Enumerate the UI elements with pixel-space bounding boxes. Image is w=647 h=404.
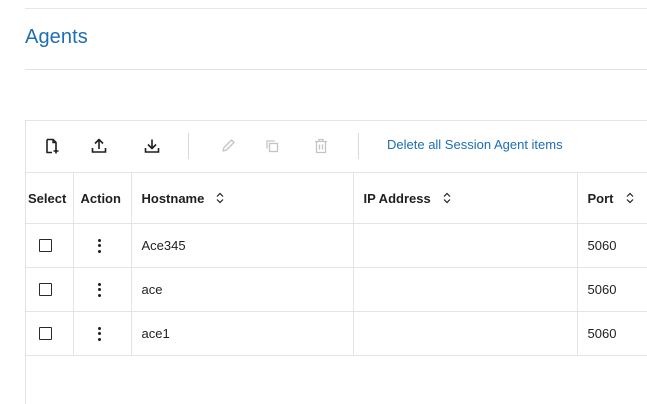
port-value: 5060 bbox=[587, 238, 617, 253]
column-header-action: Action bbox=[73, 173, 132, 224]
agents-page: Agents Delete all Session Agent items Se… bbox=[0, 0, 647, 404]
column-header-port[interactable]: Port bbox=[577, 173, 647, 224]
upload-button[interactable] bbox=[87, 134, 111, 158]
table-row[interactable]: ace 5060 bbox=[26, 267, 647, 312]
top-divider bbox=[25, 8, 647, 9]
toolbar-separator bbox=[358, 133, 359, 159]
port-cell: 5060 bbox=[577, 311, 647, 356]
column-header-label: IP Address bbox=[363, 190, 431, 206]
toolbar-separator bbox=[188, 133, 189, 159]
page-title: Agents bbox=[25, 26, 88, 48]
action-cell bbox=[73, 267, 132, 312]
ip-address-cell bbox=[353, 267, 578, 312]
hostname-value: ace1 bbox=[141, 326, 170, 341]
select-cell bbox=[26, 311, 74, 356]
more-actions-icon[interactable] bbox=[92, 324, 108, 344]
column-header-label: Port bbox=[587, 190, 614, 206]
copy-button[interactable] bbox=[260, 134, 284, 158]
column-header-label: Hostname bbox=[141, 190, 205, 206]
row-checkbox[interactable] bbox=[39, 327, 52, 340]
delete-all-link[interactable]: Delete all Session Agent items bbox=[387, 137, 563, 152]
edit-button[interactable] bbox=[216, 134, 240, 158]
row-checkbox[interactable] bbox=[39, 239, 52, 252]
port-value: 5060 bbox=[587, 282, 617, 297]
table-toolbar: Delete all Session Agent items bbox=[26, 121, 647, 173]
action-cell bbox=[73, 223, 132, 268]
port-cell: 5060 bbox=[577, 223, 647, 268]
hostname-value: Ace345 bbox=[141, 238, 186, 253]
agents-table: Select Action Hostname IP Address Port A… bbox=[26, 173, 647, 356]
table-header-row: Select Action Hostname IP Address Port bbox=[26, 173, 647, 224]
upload-icon bbox=[90, 137, 108, 155]
hostname-cell: ace1 bbox=[131, 311, 354, 356]
row-checkbox[interactable] bbox=[39, 283, 52, 296]
column-header-hostname[interactable]: Hostname bbox=[131, 173, 354, 224]
add-button[interactable] bbox=[40, 134, 64, 158]
download-button[interactable] bbox=[140, 134, 164, 158]
port-value: 5060 bbox=[587, 326, 617, 341]
sort-icon[interactable] bbox=[216, 192, 224, 204]
port-cell: 5060 bbox=[577, 267, 647, 312]
copy-icon bbox=[263, 137, 281, 155]
hostname-cell: ace bbox=[131, 267, 354, 312]
hostname-value: ace bbox=[141, 282, 163, 297]
table-row[interactable]: ace1 5060 bbox=[26, 311, 647, 356]
agents-table-panel: Delete all Session Agent items Select Ac… bbox=[25, 120, 647, 404]
column-header-ip-address[interactable]: IP Address bbox=[353, 173, 578, 224]
delete-icon bbox=[312, 137, 330, 155]
sort-icon[interactable] bbox=[443, 192, 451, 204]
column-header-select: Select bbox=[26, 173, 74, 224]
more-actions-icon[interactable] bbox=[92, 280, 108, 300]
select-cell bbox=[26, 267, 74, 312]
table-row[interactable]: Ace345 5060 bbox=[26, 223, 647, 268]
column-header-label: Action bbox=[80, 190, 121, 206]
ip-address-cell bbox=[353, 223, 578, 268]
more-actions-icon[interactable] bbox=[92, 236, 108, 256]
column-header-label: Select bbox=[28, 190, 67, 206]
new-file-icon bbox=[43, 137, 61, 155]
select-cell bbox=[26, 223, 74, 268]
hostname-cell: Ace345 bbox=[131, 223, 354, 268]
title-divider bbox=[25, 69, 647, 70]
action-cell bbox=[73, 311, 132, 356]
edit-icon bbox=[219, 137, 237, 155]
download-icon bbox=[143, 137, 161, 155]
ip-address-cell bbox=[353, 311, 578, 356]
delete-button[interactable] bbox=[309, 134, 333, 158]
sort-icon[interactable] bbox=[626, 192, 634, 204]
